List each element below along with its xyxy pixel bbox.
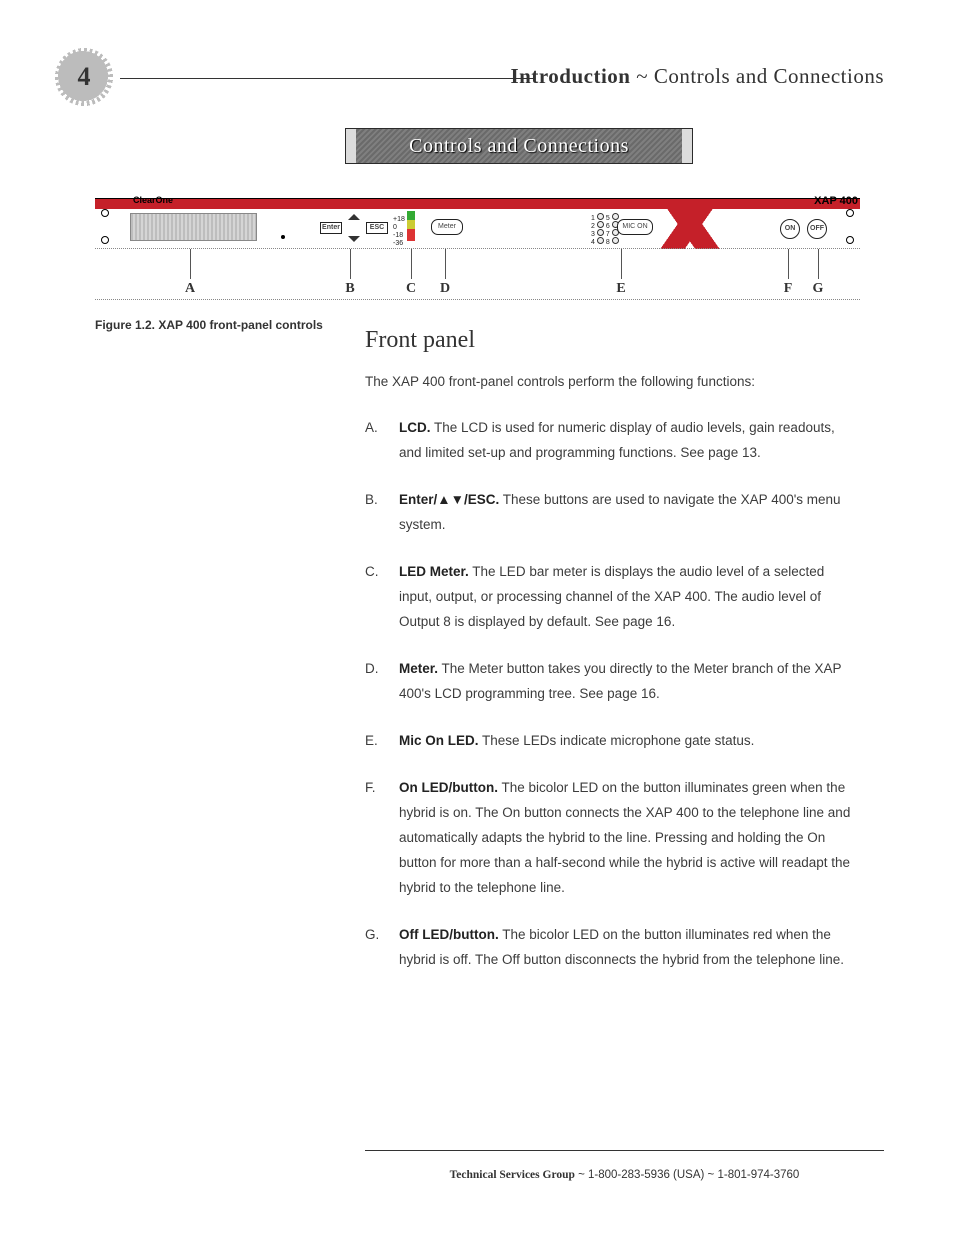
rack-screw-icon (101, 236, 109, 244)
callout-letter: E (616, 281, 625, 297)
running-head-rest: Controls and Connections (654, 64, 884, 88)
esc-button-icon: ESC (366, 222, 388, 234)
definition-item: E. Mic On LED. These LEDs indicate microp… (365, 729, 860, 754)
definition-term: Meter. (399, 661, 438, 676)
meter-button-icon: Meter (431, 219, 463, 235)
running-head-bold: Introduction (510, 64, 630, 88)
led-meter-icon (407, 211, 415, 241)
mic-on-label-icon: MIC ON (617, 219, 653, 235)
on-button-icon: ON (780, 219, 800, 239)
definition-term: LED Meter. (399, 564, 469, 579)
definition-marker: C. (365, 560, 379, 585)
figure-callouts: A B C D E F G (95, 248, 860, 300)
rack-screw-icon (846, 209, 854, 217)
mic-on-leds: 1 5 2 6 3 7 4 8 (591, 213, 619, 245)
panel-red-trim (95, 199, 860, 209)
definition-item: D. Meter. The Meter button takes you dire… (365, 657, 860, 707)
arrow-down-icon (348, 236, 360, 248)
page-number-badge: 4 (55, 48, 113, 106)
lcd-display-icon (130, 213, 257, 241)
footer-sep: ~ (704, 1169, 717, 1181)
footer-label: Technical Services Group (450, 1169, 575, 1181)
definition-item: F. On LED/button. The bicolor LED on the … (365, 776, 860, 901)
definition-term: Off LED/button. (399, 927, 499, 942)
footer-phone-intl: 1-801-974-3760 (717, 1169, 799, 1181)
definition-text: The bicolor LED on the button illuminate… (399, 780, 850, 895)
definition-term: LCD. (399, 420, 431, 435)
definition-item: A. LCD. The LCD is used for numeric displ… (365, 416, 860, 466)
enter-button-icon: Enter (320, 222, 342, 234)
footer-phone-usa: 1-800-283-5936 (USA) (588, 1169, 704, 1181)
definition-list: A. LCD. The LCD is used for numeric displ… (365, 416, 860, 972)
panel-dot (281, 235, 285, 239)
definition-term: Enter/▲▼/ESC. (399, 492, 499, 507)
definition-marker: F. (365, 776, 376, 801)
callout-letter: A (185, 281, 195, 297)
meter-scale: +18 0 -18 -36 (393, 216, 405, 248)
definition-text: The LCD is used for numeric display of a… (399, 420, 835, 460)
callout-letter: F (784, 281, 793, 297)
definition-term: On LED/button. (399, 780, 498, 795)
header-rule (120, 78, 534, 79)
footer-rule (365, 1150, 884, 1151)
off-button-icon: OFF (807, 219, 827, 239)
callout-letter: C (406, 281, 416, 297)
definition-item: C.LED Meter. The LED bar meter is displa… (365, 560, 860, 635)
rack-screw-icon (846, 236, 854, 244)
panel-brand: ClearOne (133, 196, 173, 205)
section-heading: Front panel (365, 327, 860, 354)
page-header: 4 Introduction ~ Controls and Connection… (55, 48, 884, 108)
front-panel-illustration: ClearOne XAP 400 Enter ESC +18 0 -18 -36… (95, 198, 860, 249)
callout-letter: B (345, 281, 354, 297)
definition-term: Mic On LED. (399, 733, 479, 748)
panel-model: XAP 400 (814, 196, 858, 207)
definition-item: B.Enter/▲▼/ESC. These buttons are used t… (365, 488, 860, 538)
nav-pad: Enter ESC (320, 208, 388, 248)
definition-marker: G. (365, 923, 379, 948)
definition-text: These LEDs indicate microphone gate stat… (479, 733, 755, 748)
definition-item: G.Off LED/button. The bicolor LED on the… (365, 923, 860, 973)
figure-front-panel: ClearOne XAP 400 Enter ESC +18 0 -18 -36… (95, 198, 860, 332)
callout-letter: G (813, 281, 824, 297)
definition-marker: E. (365, 729, 378, 754)
body-content: Front panel The XAP 400 front-panel cont… (365, 327, 860, 995)
callout-line (818, 249, 819, 279)
callout-letter: D (440, 281, 450, 297)
callout-line (350, 249, 351, 279)
page-number: 4 (55, 48, 113, 106)
page-footer: Technical Services Group ~ 1-800-283-593… (365, 1169, 884, 1181)
callout-line (411, 249, 412, 279)
running-head-sep: ~ (630, 64, 653, 88)
lead-paragraph: The XAP 400 front-panel controls perform… (365, 372, 860, 392)
callout-line (445, 249, 446, 279)
definition-text: The Meter button takes you directly to t… (399, 661, 841, 701)
callout-line (788, 249, 789, 279)
arrow-up-icon (348, 208, 360, 220)
definition-marker: D. (365, 657, 379, 682)
footer-sep: ~ (575, 1169, 588, 1181)
definition-marker: B. (365, 488, 378, 513)
callout-line (621, 249, 622, 279)
rack-screw-icon (101, 209, 109, 217)
running-head: Introduction ~ Controls and Connections (510, 64, 884, 89)
section-banner: Controls and Connections (345, 128, 693, 164)
callout-line (190, 249, 191, 279)
definition-marker: A. (365, 416, 378, 441)
